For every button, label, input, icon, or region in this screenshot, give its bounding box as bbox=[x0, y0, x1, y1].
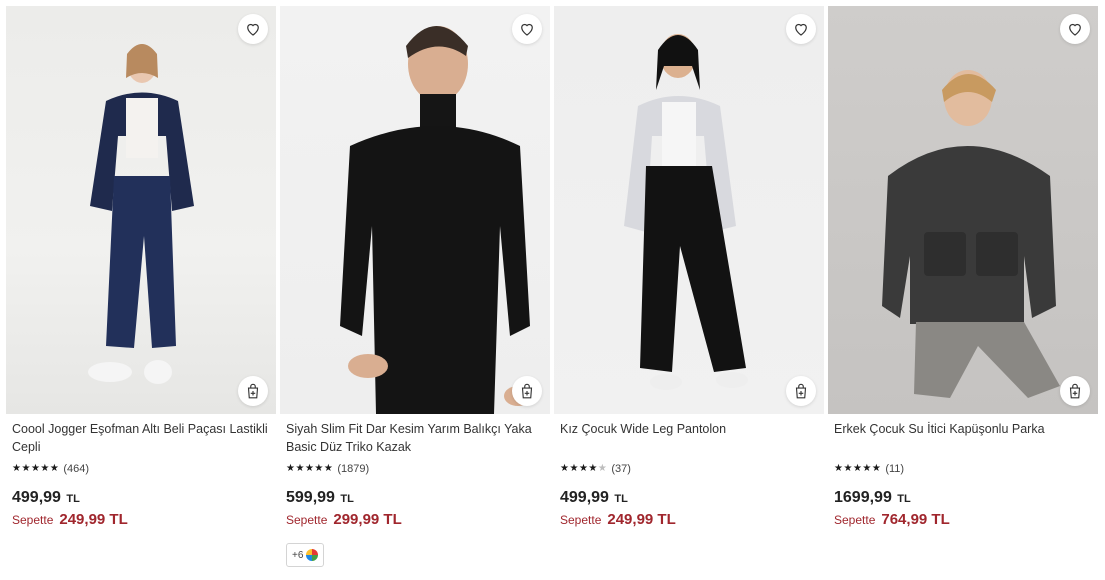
product-title[interactable]: Erkek Çocuk Su İtici Kapüşonlu Parka bbox=[834, 420, 1092, 456]
star-filled-icon: ★ bbox=[21, 463, 31, 474]
product-title[interactable]: Kız Çocuk Wide Leg Pantolon bbox=[560, 420, 818, 456]
product-title[interactable]: Coool Jogger Eşofman Altı Beli Paçası La… bbox=[12, 420, 270, 456]
favorite-button[interactable] bbox=[786, 14, 816, 44]
original-price: 1699,99 TL bbox=[834, 489, 911, 506]
color-options-button[interactable]: +6 bbox=[286, 543, 325, 567]
heart-icon bbox=[247, 23, 259, 36]
heart-icon bbox=[1069, 23, 1081, 36]
sale-price: 299,99 TL bbox=[333, 511, 402, 528]
product-title[interactable]: Siyah Slim Fit Dar Kesim Yarım Balıkçı Y… bbox=[286, 420, 544, 456]
rating-stars: ★ ★ ★ ★ ★ bbox=[286, 464, 333, 474]
shopping-bag-plus-icon bbox=[1069, 383, 1081, 399]
product-card[interactable]: Erkek Çocuk Su İtici Kapüşonlu Parka ★ ★ ★… bbox=[828, 6, 1098, 528]
review-count: (464) bbox=[63, 463, 90, 475]
shopping-bag-plus-icon bbox=[247, 383, 259, 399]
sale-label: Sepette bbox=[560, 513, 602, 527]
sale-label: Sepette bbox=[834, 513, 876, 527]
star-filled-icon: ★ bbox=[871, 463, 881, 474]
rating-stars: ★ ★ ★ ★ ★ bbox=[560, 464, 607, 474]
product-image[interactable] bbox=[280, 6, 550, 414]
favorite-button[interactable] bbox=[238, 14, 268, 44]
star-filled-icon: ★ bbox=[323, 463, 333, 474]
star-filled-icon: ★ bbox=[49, 463, 59, 474]
review-count: (11) bbox=[885, 463, 905, 475]
star-filled-icon: ★ bbox=[30, 463, 40, 474]
add-to-cart-button[interactable] bbox=[786, 376, 816, 406]
product-card[interactable]: Coool Jogger Eşofman Altı Beli Paçası La… bbox=[6, 6, 276, 528]
product-card[interactable]: Kız Çocuk Wide Leg Pantolon ★ ★ ★ ★ ★ (37) 4… bbox=[554, 6, 824, 528]
add-to-cart-button[interactable] bbox=[238, 376, 268, 406]
star-filled-icon: ★ bbox=[843, 463, 853, 474]
product-photo bbox=[88, 44, 194, 384]
sale-label: Sepette bbox=[286, 513, 328, 527]
star-filled-icon: ★ bbox=[286, 463, 295, 474]
review-count: (37) bbox=[611, 463, 631, 475]
basket-price: Sepette 764,99 TL bbox=[834, 511, 1092, 528]
rating-stars: ★ ★ ★ ★ ★ bbox=[834, 464, 881, 474]
product-image[interactable] bbox=[6, 6, 276, 414]
product-photo bbox=[340, 26, 532, 414]
product-rating: ★ ★ ★ ★ ★ (37) bbox=[560, 461, 818, 477]
currency-label: TL bbox=[66, 493, 80, 505]
sale-price: 249,99 TL bbox=[59, 511, 128, 528]
star-filled-icon: ★ bbox=[578, 463, 588, 474]
product-photo bbox=[624, 34, 748, 390]
sale-price: 249,99 TL bbox=[607, 511, 676, 528]
product-rating: ★ ★ ★ ★ ★ (1879) bbox=[286, 461, 544, 477]
currency-label: TL bbox=[897, 493, 911, 505]
rating-stars: ★ ★ ★ ★ ★ bbox=[12, 464, 59, 474]
sale-label: Sepette bbox=[12, 513, 54, 527]
product-rating: ★ ★ ★ ★ ★ (464) bbox=[12, 461, 270, 477]
original-price: 599,99 TL bbox=[286, 489, 354, 506]
heart-icon bbox=[521, 23, 533, 36]
star-filled-icon: ★ bbox=[588, 463, 598, 474]
star-filled-icon: ★ bbox=[12, 463, 21, 474]
star-filled-icon: ★ bbox=[862, 463, 872, 474]
shopping-bag-plus-icon bbox=[521, 383, 533, 399]
product-photo bbox=[882, 70, 1060, 398]
shopping-bag-plus-icon bbox=[795, 383, 807, 399]
favorite-button[interactable] bbox=[512, 14, 542, 44]
color-wheel-icon bbox=[306, 549, 319, 561]
basket-price: Sepette 249,99 TL bbox=[12, 511, 270, 528]
basket-price: Sepette 299,99 TL bbox=[286, 511, 544, 528]
star-filled-icon: ★ bbox=[560, 463, 569, 474]
review-count: (1879) bbox=[337, 463, 370, 475]
star-empty-icon: ★ bbox=[597, 463, 607, 474]
basket-price: Sepette 249,99 TL bbox=[560, 511, 818, 528]
extra-colors-count: +6 bbox=[292, 549, 304, 561]
heart-icon bbox=[795, 23, 807, 36]
add-to-cart-button[interactable] bbox=[1060, 376, 1090, 406]
original-price: 499,99 TL bbox=[12, 489, 80, 506]
currency-label: TL bbox=[340, 493, 354, 505]
star-filled-icon: ★ bbox=[295, 463, 305, 474]
add-to-cart-button[interactable] bbox=[512, 376, 542, 406]
favorite-button[interactable] bbox=[1060, 14, 1090, 44]
product-image[interactable] bbox=[828, 6, 1098, 414]
sale-price: 764,99 TL bbox=[881, 511, 950, 528]
star-filled-icon: ★ bbox=[569, 463, 579, 474]
star-filled-icon: ★ bbox=[40, 463, 50, 474]
star-filled-icon: ★ bbox=[314, 463, 324, 474]
star-filled-icon: ★ bbox=[304, 463, 314, 474]
currency-label: TL bbox=[614, 493, 628, 505]
product-rating: ★ ★ ★ ★ ★ (11) bbox=[834, 461, 1092, 477]
product-grid: Coool Jogger Eşofman Altı Beli Paçası La… bbox=[0, 0, 1105, 580]
star-filled-icon: ★ bbox=[852, 463, 862, 474]
star-filled-icon: ★ bbox=[834, 463, 843, 474]
original-price: 499,99 TL bbox=[560, 489, 628, 506]
product-card[interactable]: Siyah Slim Fit Dar Kesim Yarım Balıkçı Y… bbox=[280, 6, 550, 567]
product-image[interactable] bbox=[554, 6, 824, 414]
